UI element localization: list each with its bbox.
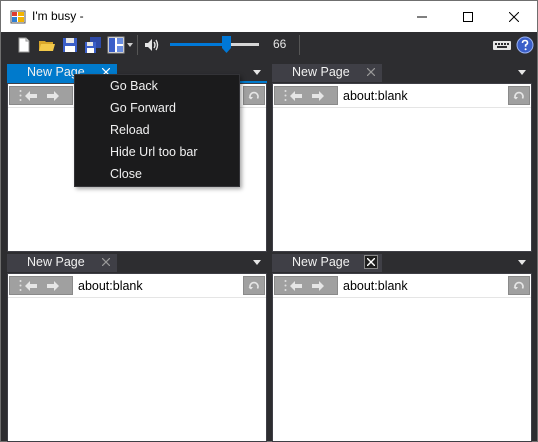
arrow-left-icon [290,90,302,101]
arrow-right-icon [312,280,324,291]
tab-new-page[interactable]: New Page [272,254,382,272]
pane-tabstrip: New Page [272,62,532,82]
minimize-button[interactable] [399,1,445,32]
new-file-icon[interactable] [15,36,33,54]
pane-tabstrip: New Page [7,252,267,272]
reload-icon [248,281,259,289]
close-icon [509,11,519,22]
nav-button-group [9,86,73,105]
tab-label: New Page [292,255,350,269]
menu-item-go-forward[interactable]: Go Forward [110,101,176,115]
tab-close-button[interactable] [99,255,113,269]
speaker-icon[interactable] [143,36,161,54]
menu-item-reload[interactable]: Reload [110,123,150,137]
menu-item-hide-url-bar[interactable]: Hide Url too bar [110,145,198,159]
title-bar[interactable]: I'm busy - [1,1,537,32]
back-button[interactable] [286,277,306,294]
arrow-right-icon [312,90,324,101]
context-menu: Go Back Go Forward Reload Hide Url too b… [74,74,240,187]
back-button[interactable] [21,87,41,104]
maximize-icon [463,11,473,22]
reload-icon [513,281,524,289]
app-icon [10,10,26,24]
url-input[interactable] [340,275,497,296]
browser-pane-2: New Page [272,62,532,252]
reload-icon [248,91,259,99]
toolbar-separator [299,35,300,55]
help-icon[interactable] [516,36,534,54]
chevron-down-icon[interactable] [253,258,261,266]
tab-new-page[interactable]: New Page [7,254,117,272]
minimize-icon [417,16,427,17]
pane-content [272,83,532,252]
arrow-right-icon [47,90,59,101]
tab-label: New Page [27,255,85,269]
nav-divider [273,297,531,298]
url-input[interactable] [75,275,232,296]
tab-label: New Page [292,65,350,79]
tab-close-button[interactable] [364,65,378,79]
open-folder-icon[interactable] [38,36,56,54]
arrow-left-icon [290,280,302,291]
close-icon [367,68,375,76]
nav-divider [273,107,531,108]
maximize-button[interactable] [445,1,491,32]
pane-content [7,273,267,442]
volume-slider[interactable] [170,36,259,53]
tab-close-button[interactable] [364,255,378,269]
nav-divider [8,297,266,298]
app-window: I'm busy - 66 New Page New Page about:bl… [0,0,538,442]
keyboard-icon[interactable] [492,36,512,54]
volume-slider-fill [170,43,227,46]
navigation-bar [273,84,531,107]
url-input[interactable] [340,85,497,106]
window-title: I'm busy - [32,9,84,23]
chevron-down-icon[interactable] [253,68,261,76]
toolbar: 66 [1,32,537,58]
nav-button-group [274,86,338,105]
reload-button[interactable] [508,86,530,105]
close-button[interactable] [491,1,537,32]
reload-button[interactable] [243,276,265,295]
back-button[interactable] [21,277,41,294]
close-icon [102,258,110,266]
menu-item-go-back[interactable]: Go Back [110,79,158,93]
layout-dropdown-icon[interactable] [127,43,133,48]
browser-pane-3: New Page [7,252,267,442]
layout-grid-icon[interactable] [107,36,125,54]
reload-icon [513,91,524,99]
browser-pane-4: New Page [272,252,532,442]
pane-content [272,273,532,442]
arrow-left-icon [25,280,37,291]
forward-button[interactable] [43,277,63,294]
pane-tabstrip: New Page [272,252,532,272]
forward-button[interactable] [308,87,328,104]
arrow-left-icon [25,90,37,101]
reload-button[interactable] [243,86,265,105]
save-disk-icon[interactable] [61,36,79,54]
navigation-bar [8,274,266,297]
back-button[interactable] [286,87,306,104]
volume-value: 66 [273,37,287,51]
toolbar-separator [137,35,138,55]
chevron-down-icon[interactable] [518,68,526,76]
tab-new-page[interactable]: New Page [272,64,382,82]
nav-button-group [9,276,73,295]
chevron-down-icon[interactable] [518,258,526,266]
menu-item-close[interactable]: Close [110,167,142,181]
navigation-bar [273,274,531,297]
close-icon [367,258,375,266]
arrow-right-icon [47,280,59,291]
reload-button[interactable] [508,276,530,295]
forward-button[interactable] [308,277,328,294]
nav-button-group [274,276,338,295]
volume-slider-thumb[interactable] [222,36,231,53]
forward-button[interactable] [43,87,63,104]
save-all-icon[interactable] [84,36,102,54]
